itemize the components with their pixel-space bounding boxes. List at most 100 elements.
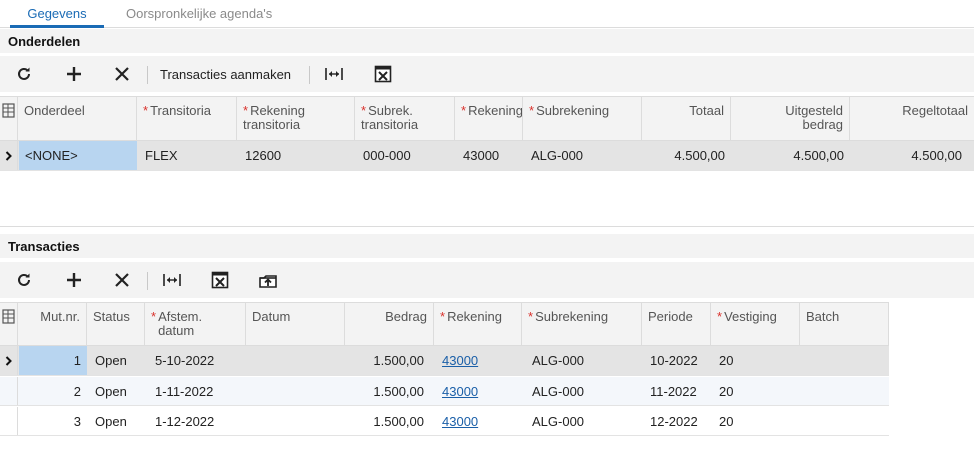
cell-uitgesteld-bedrag[interactable]: 4.500,00 [731, 141, 850, 170]
toolbar-separator [147, 66, 148, 84]
delete-row-button[interactable] [110, 268, 134, 292]
column-header-rekening[interactable]: * Rekening [434, 303, 522, 345]
cell-bedrag[interactable]: 1.500,00 [345, 346, 430, 375]
cell-mutnr[interactable]: 1 [19, 346, 87, 375]
required-marker: * [528, 309, 534, 324]
export-excel-button[interactable] [371, 62, 395, 86]
refresh-button[interactable] [12, 62, 36, 86]
column-header-bedrag[interactable]: Bedrag [345, 303, 434, 345]
column-header-uitgesteld-bedrag[interactable]: Uitgesteld bedrag [731, 97, 850, 140]
cell-mutnr[interactable]: 3 [19, 407, 87, 435]
cell-rekening-link[interactable]: 43000 [436, 407, 522, 435]
column-header-totaal[interactable]: Totaal [642, 97, 731, 140]
column-header-label: Datum [252, 309, 291, 324]
cell-regeltotaal[interactable]: 4.500,00 [850, 141, 968, 170]
upload-button[interactable] [256, 268, 280, 292]
cell-batch[interactable] [800, 407, 889, 435]
cell-mutnr[interactable]: 2 [19, 377, 87, 405]
cell-status[interactable]: Open [89, 407, 145, 435]
refresh-icon [18, 67, 30, 80]
column-header-label: Regeltotaal [902, 103, 968, 118]
required-marker: * [143, 103, 149, 118]
cell-onderdeel[interactable]: <NONE> [19, 141, 137, 170]
column-header-vestiging[interactable]: * Vestiging [711, 303, 800, 345]
cell-totaal[interactable]: 4.500,00 [642, 141, 731, 170]
column-config-icon [2, 309, 15, 324]
add-row-button[interactable] [62, 62, 86, 86]
cell-batch[interactable] [800, 377, 889, 405]
table-row[interactable]: <NONE> FLEX 12600 000-000 43000 ALG-000 … [0, 141, 974, 171]
refresh-button[interactable] [12, 268, 36, 292]
cell-batch[interactable] [800, 346, 889, 375]
table-row[interactable]: 1 Open 5-10-2022 1.500,00 43000 ALG-000 … [0, 346, 889, 376]
column-header-afstem-datum[interactable]: * Afstem. datum [145, 303, 246, 345]
add-row-button[interactable] [62, 268, 86, 292]
cell-rekening-link[interactable]: 43000 [436, 346, 522, 375]
column-header-regeltotaal[interactable]: Regeltotaal [850, 97, 974, 140]
fit-columns-button[interactable] [322, 62, 346, 86]
cell-subrek-transitoria[interactable]: 000-000 [357, 141, 455, 170]
cell-datum[interactable] [246, 346, 345, 375]
column-header-label: Uitgesteld bedrag [785, 103, 843, 132]
column-header-batch[interactable]: Batch [800, 303, 889, 345]
cell-vestiging[interactable]: 20 [713, 346, 800, 375]
cell-afstem-datum[interactable]: 5-10-2022 [149, 346, 246, 375]
column-header-datum[interactable]: Datum [246, 303, 345, 345]
cell-datum[interactable] [246, 377, 345, 405]
grid-header-onderdelen: Onderdeel * Transitoria * Rekening transit… [0, 97, 974, 141]
row-pointer-empty [0, 407, 18, 435]
column-header-rekening-transitoria[interactable]: * Rekening transitoria [237, 97, 355, 140]
column-config-button[interactable] [0, 303, 18, 345]
export-excel-button[interactable] [208, 268, 232, 292]
cell-subrekening[interactable]: ALG-000 [526, 346, 642, 375]
column-header-rekening[interactable]: * Rekening [455, 97, 523, 140]
tab-gegevens[interactable]: Gegevens [10, 6, 104, 28]
excel-export-icon [374, 65, 392, 83]
table-row[interactable]: 2 Open 1-11-2022 1.500,00 43000 ALG-000 … [0, 377, 889, 406]
column-header-label: Bedrag [385, 309, 427, 324]
cell-subrekening[interactable]: ALG-000 [526, 407, 642, 435]
column-config-button[interactable] [0, 97, 18, 140]
column-header-mutnr[interactable]: Mut.nr. [18, 303, 87, 345]
cell-rekening-link[interactable]: 43000 [436, 377, 522, 405]
cell-subrekening[interactable]: ALG-000 [526, 377, 642, 405]
cell-vestiging[interactable]: 20 [713, 407, 800, 435]
cell-afstem-datum[interactable]: 1-12-2022 [149, 407, 246, 435]
column-header-status[interactable]: Status [87, 303, 145, 345]
cell-periode[interactable]: 10-2022 [644, 346, 711, 375]
fit-columns-icon [325, 68, 343, 80]
cell-datum[interactable] [246, 407, 345, 435]
column-header-label: Subrek. transitoria [361, 103, 419, 132]
column-header-onderdeel[interactable]: Onderdeel [18, 97, 137, 140]
cell-rekening[interactable]: 43000 [457, 141, 523, 170]
cell-afstem-datum[interactable]: 1-11-2022 [149, 377, 246, 405]
section-divider [0, 226, 974, 227]
tab-oorspronkelijke-agendas[interactable]: Oorspronkelijke agenda's [126, 6, 272, 28]
column-header-subrek-transitoria[interactable]: * Subrek. transitoria [355, 97, 455, 140]
cell-subrekening[interactable]: ALG-000 [525, 141, 642, 170]
cell-transitoria[interactable]: FLEX [139, 141, 237, 170]
cell-bedrag[interactable]: 1.500,00 [345, 377, 430, 405]
fit-columns-button[interactable] [160, 268, 184, 292]
cell-periode[interactable]: 11-2022 [644, 377, 711, 405]
required-marker: * [151, 309, 157, 324]
cell-rekening-transitoria[interactable]: 12600 [239, 141, 355, 170]
grid-onderdelen: Onderdeel * Transitoria * Rekening transit… [0, 96, 974, 171]
tab-bar: Gegevens Oorspronkelijke agenda's [0, 0, 974, 28]
cell-vestiging[interactable]: 20 [713, 377, 800, 405]
cell-status[interactable]: Open [89, 346, 145, 375]
toolbar-onderdelen: Transacties aanmaken [0, 56, 974, 92]
cell-status[interactable]: Open [89, 377, 145, 405]
column-header-transitoria[interactable]: * Transitoria [137, 97, 237, 140]
toolbar-separator [147, 272, 148, 290]
table-row[interactable]: 3 Open 1-12-2022 1.500,00 43000 ALG-000 … [0, 407, 889, 436]
column-header-subrekening[interactable]: * Subrekening [522, 303, 642, 345]
column-header-subrekening[interactable]: * Subrekening [523, 97, 642, 140]
cell-bedrag[interactable]: 1.500,00 [345, 407, 430, 435]
create-transactions-button[interactable]: Transacties aanmaken [156, 62, 295, 86]
cell-periode[interactable]: 12-2022 [644, 407, 711, 435]
column-header-periode[interactable]: Periode [642, 303, 711, 345]
column-header-label: Afstem. datum [158, 309, 203, 338]
delete-row-button[interactable] [110, 62, 134, 86]
upload-icon [259, 275, 277, 288]
